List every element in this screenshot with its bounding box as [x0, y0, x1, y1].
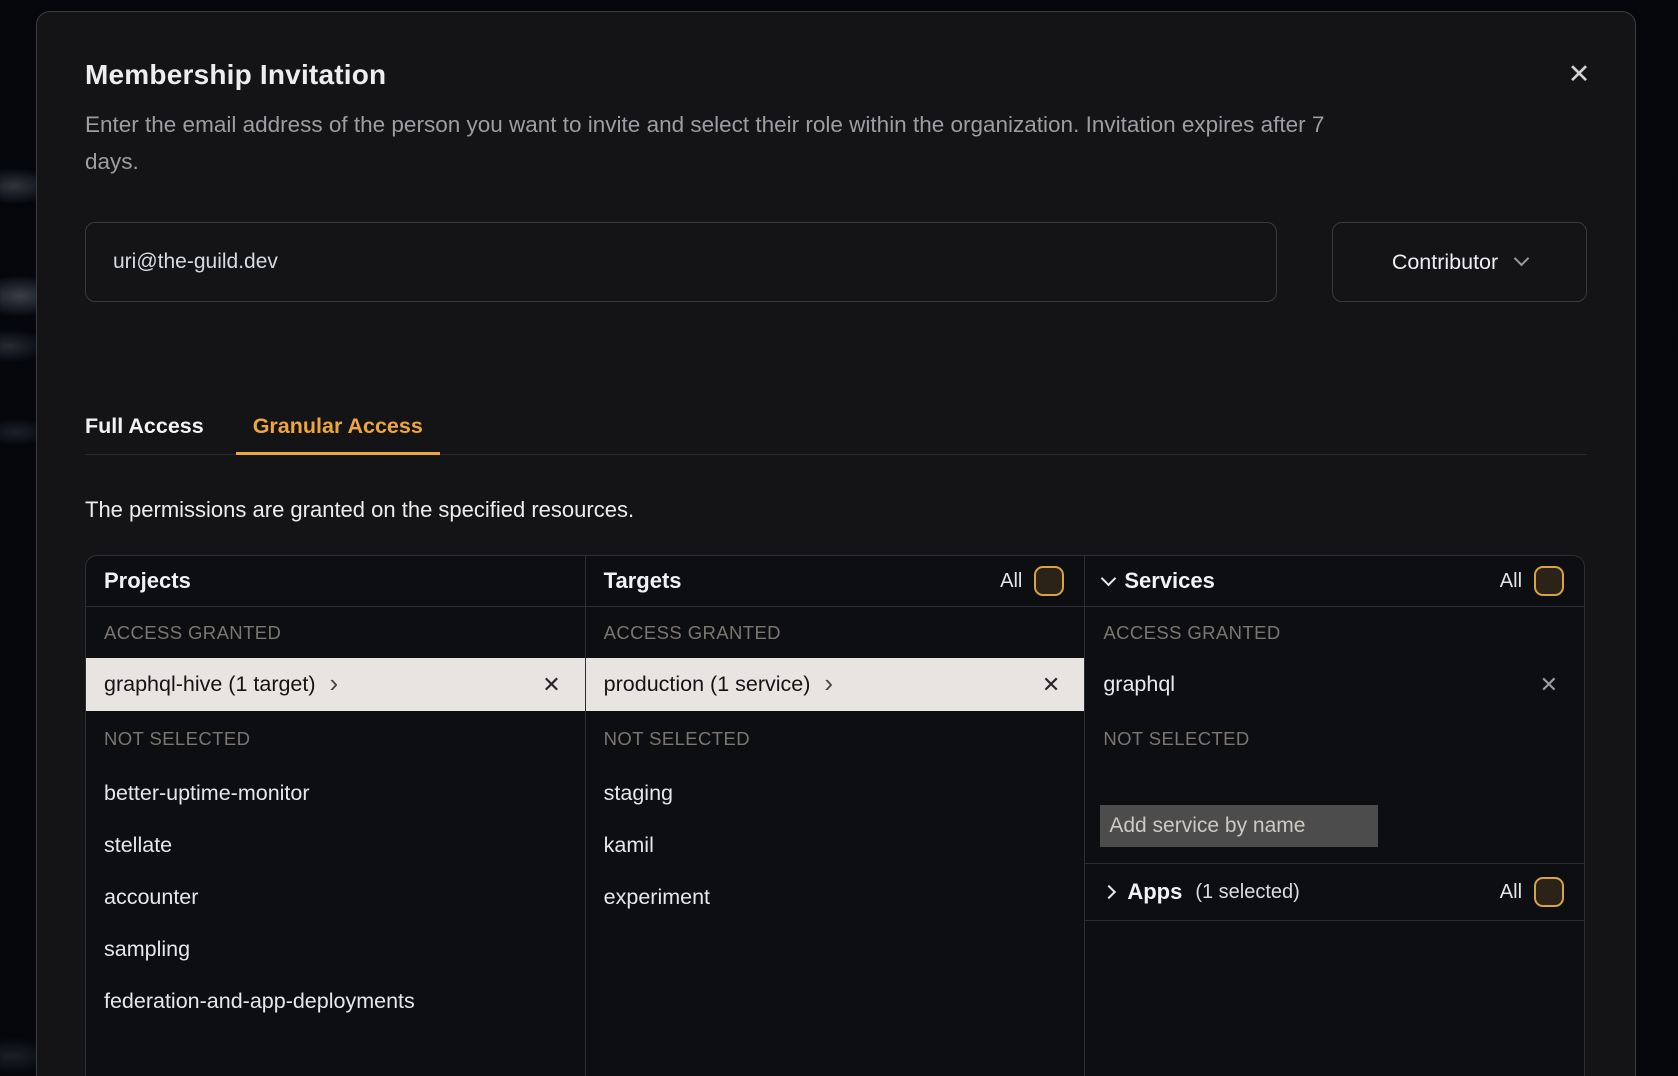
apps-label: Apps: [1127, 879, 1182, 905]
dialog-description: Enter the email address of the person yo…: [85, 106, 1587, 180]
apps-all-label: All: [1500, 881, 1522, 904]
add-service-input[interactable]: [1100, 805, 1378, 847]
remove-service-icon[interactable]: ✕: [1540, 672, 1558, 698]
resources-table: Projects ACCESS GRANTED graphql-hive (1 …: [85, 555, 1585, 1076]
tab-granular-access[interactable]: Granular Access: [236, 414, 440, 455]
services-column: Services All ACCESS GRANTED graphql ✕ NO…: [1084, 556, 1584, 1076]
services-header[interactable]: Services All: [1085, 556, 1584, 607]
apps-section-toggle[interactable]: Apps (1 selected) All: [1085, 863, 1584, 921]
services-all-label: All: [1500, 570, 1522, 593]
targets-header-label: Targets: [604, 568, 682, 594]
targets-selected-row[interactable]: production (1 service) › ✕: [586, 658, 1085, 711]
services-access-granted-label: ACCESS GRANTED: [1085, 607, 1584, 658]
services-header-label: Services: [1124, 568, 1215, 594]
description-line-1: Enter the email address of the person yo…: [85, 106, 1587, 143]
projects-access-granted-label: ACCESS GRANTED: [86, 607, 585, 658]
access-tabs: Full Access Granular Access: [85, 414, 1587, 455]
project-option[interactable]: federation-and-app-deployments: [86, 975, 585, 1027]
remove-project-icon[interactable]: ✕: [542, 672, 560, 698]
invite-row: Contributor: [85, 222, 1587, 302]
description-line-2: days.: [85, 143, 1587, 180]
close-icon[interactable]: ✕: [1559, 54, 1599, 94]
target-option[interactable]: staging: [586, 767, 1085, 819]
role-select-value: Contributor: [1392, 250, 1498, 275]
email-field[interactable]: [85, 222, 1277, 302]
services-selected-label: graphql: [1103, 672, 1175, 697]
role-select[interactable]: Contributor: [1332, 222, 1587, 302]
chevron-right-icon: [1102, 885, 1116, 899]
targets-access-granted-label: ACCESS GRANTED: [586, 607, 1085, 658]
services-not-selected-label: NOT SELECTED: [1085, 711, 1584, 767]
services-select-all[interactable]: All: [1500, 566, 1564, 596]
apps-selected-count: (1 selected): [1195, 881, 1300, 904]
apps-select-all[interactable]: All: [1500, 877, 1564, 907]
remove-target-icon[interactable]: ✕: [1042, 672, 1060, 698]
projects-column: Projects ACCESS GRANTED graphql-hive (1 …: [86, 556, 585, 1076]
projects-not-selected-label: NOT SELECTED: [86, 711, 585, 767]
projects-header: Projects: [86, 556, 585, 607]
targets-all-label: All: [1000, 570, 1022, 593]
dialog-title: Membership Invitation: [85, 58, 1587, 92]
target-option[interactable]: experiment: [586, 871, 1085, 923]
target-option[interactable]: kamil: [586, 819, 1085, 871]
project-option[interactable]: better-uptime-monitor: [86, 767, 585, 819]
chevron-down-icon: [1101, 570, 1117, 586]
targets-not-selected-label: NOT SELECTED: [586, 711, 1085, 767]
targets-select-all[interactable]: All: [1000, 566, 1064, 596]
services-all-checkbox[interactable]: [1534, 566, 1564, 596]
projects-selected-row[interactable]: graphql-hive (1 target) › ✕: [86, 658, 585, 711]
targets-header: Targets All: [586, 556, 1085, 607]
services-selected-row[interactable]: graphql ✕: [1085, 658, 1584, 711]
chevron-down-icon: [1514, 251, 1530, 267]
targets-all-checkbox[interactable]: [1034, 566, 1064, 596]
targets-selected-label: production (1 service): [604, 672, 811, 697]
targets-column: Targets All ACCESS GRANTED production (1…: [585, 556, 1085, 1076]
permissions-note: The permissions are granted on the speci…: [85, 495, 1587, 525]
project-option[interactable]: accounter: [86, 871, 585, 923]
membership-invitation-dialog: ✕ Membership Invitation Enter the email …: [36, 11, 1636, 1076]
apps-all-checkbox[interactable]: [1534, 877, 1564, 907]
projects-header-label: Projects: [104, 568, 191, 594]
projects-selected-label: graphql-hive (1 target): [104, 672, 316, 697]
tab-full-access[interactable]: Full Access: [85, 414, 204, 454]
project-option[interactable]: stellate: [86, 819, 585, 871]
project-option[interactable]: sampling: [86, 923, 585, 975]
